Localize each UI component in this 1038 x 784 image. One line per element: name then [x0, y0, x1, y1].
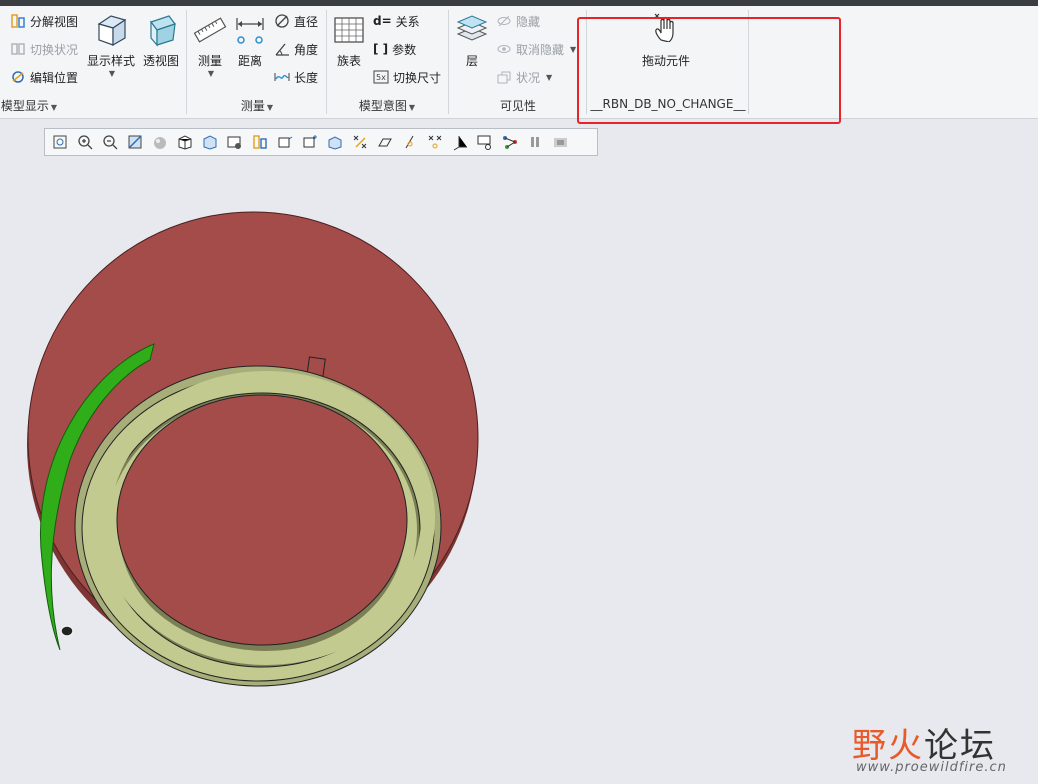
layers-label: 层 — [465, 54, 478, 68]
switch-dimensions-icon: 5x — [373, 69, 389, 85]
model-graphics-area[interactable] — [0, 160, 600, 784]
plane-display-icon[interactable] — [276, 133, 294, 151]
view-toolbar — [44, 128, 598, 156]
chevron-down-icon: ▼ — [408, 103, 416, 112]
status-icon — [496, 69, 512, 85]
parameters-button[interactable]: [ ] 参数 — [373, 39, 416, 59]
hide-button[interactable]: 隐藏 — [496, 11, 540, 31]
chevron-down-icon: ▼ — [546, 72, 553, 82]
display-style-icon[interactable] — [151, 133, 169, 151]
distance-label: 距离 — [237, 54, 262, 68]
display-style-label: 显示样式 — [86, 54, 135, 68]
exploded-view-label: 分解视图 — [30, 14, 79, 29]
view-manager-icon[interactable] — [226, 133, 244, 151]
relations-button[interactable]: d= 关系 — [373, 11, 420, 31]
measure-label: 测量 — [197, 54, 222, 68]
angle-label: 角度 — [294, 42, 319, 57]
spin-center-icon[interactable] — [401, 133, 419, 151]
hide-eye-icon — [496, 13, 512, 29]
chevron-down-icon: ▼ — [108, 69, 116, 78]
status-button[interactable]: 状况 ▼ — [496, 67, 552, 87]
switch-dimensions-label: 切换尺寸 — [393, 70, 442, 85]
family-table-button[interactable]: 族表 — [322, 12, 376, 69]
ribbon: 分解视图 切换状况 编辑位置 显示样式 ▼ 透视图 模型显示 ▼ 测量 ▼ 距离… — [0, 6, 1038, 119]
highlight-annotation-box — [577, 17, 841, 124]
chevron-down-icon: ▼ — [570, 44, 577, 54]
chevron-down-icon: ▼ — [266, 103, 274, 112]
unhide-label: 取消隐藏 — [516, 42, 565, 57]
toggle-status-label: 切换状况 — [30, 42, 79, 57]
toggle-status-icon — [10, 41, 26, 57]
annotation-display-icon[interactable] — [376, 133, 394, 151]
group-label-measure[interactable]: 测量 ▼ — [226, 97, 288, 114]
distance-button[interactable]: 距离 — [223, 12, 277, 69]
diameter-label: 直径 — [294, 14, 319, 29]
perspective-button[interactable]: 透视图 — [134, 12, 188, 69]
axis-display-icon[interactable] — [301, 133, 319, 151]
toggle-status-button[interactable]: 切换状况 — [10, 39, 78, 59]
angle-icon — [274, 41, 290, 57]
exploded-view-button[interactable]: 分解视图 — [10, 11, 78, 31]
parameters-icon: [ ] — [373, 42, 389, 56]
group-label-model-display[interactable]: 模型显示 ▼ — [0, 97, 58, 114]
named-views-icon[interactable] — [201, 133, 219, 151]
datum-display-icon[interactable] — [251, 133, 269, 151]
chevron-down-icon: ▼ — [207, 69, 215, 78]
diameter-icon — [274, 13, 290, 29]
refit-icon[interactable] — [51, 133, 69, 151]
pause-icon[interactable] — [526, 133, 544, 151]
layers-icon — [454, 12, 490, 48]
family-table-label: 族表 — [336, 54, 361, 68]
unhide-button[interactable]: 取消隐藏 ▼ — [496, 39, 576, 59]
edit-position-button[interactable]: 编辑位置 — [10, 67, 78, 87]
zoom-in-icon[interactable] — [76, 133, 94, 151]
chevron-down-icon: ▼ — [50, 103, 58, 112]
distance-icon — [232, 12, 268, 48]
diameter-button[interactable]: 直径 — [274, 11, 318, 31]
tools-icon[interactable] — [551, 133, 569, 151]
length-label: 长度 — [294, 70, 319, 85]
saved-orientations-icon[interactable] — [176, 133, 194, 151]
watermark-logo: 野火论坛 www.proewildfire.cn — [852, 700, 1032, 780]
edit-position-icon — [10, 69, 26, 85]
switch-dimensions-button[interactable]: 5x 切换尺寸 — [373, 67, 441, 87]
point-display-icon[interactable] — [351, 133, 369, 151]
group-label-model-intent[interactable]: 模型意图 ▼ — [356, 97, 418, 114]
layers-button[interactable]: 层 — [445, 12, 499, 69]
model-mounting-hole — [60, 625, 74, 637]
svg-text:5x: 5x — [376, 73, 386, 82]
length-button[interactable]: 长度 — [274, 67, 318, 87]
model-bearing-ring — [74, 365, 442, 687]
parameters-label: 参数 — [392, 42, 417, 57]
relations-icon: d= — [373, 14, 392, 28]
csys-axes-icon[interactable] — [451, 133, 469, 151]
group-label-visibility: 可见性 — [499, 99, 536, 113]
repaint-icon[interactable] — [126, 133, 144, 151]
zoom-out-icon[interactable] — [101, 133, 119, 151]
length-icon — [274, 69, 290, 85]
angle-button[interactable]: 角度 — [274, 39, 318, 59]
perspective-cube-icon — [143, 12, 179, 48]
watermark-url: www.proewildfire.cn — [856, 760, 1007, 775]
edit-position-label: 编辑位置 — [30, 70, 79, 85]
csys-display-icon[interactable] — [326, 133, 344, 151]
tag-display-icon[interactable] — [476, 133, 494, 151]
cube-icon — [93, 12, 129, 48]
status-label: 状况 — [516, 70, 541, 85]
connect-icon[interactable] — [426, 133, 444, 151]
display-style-button[interactable]: 显示样式 ▼ — [84, 12, 138, 78]
table-icon — [331, 12, 367, 48]
relations-label: 关系 — [395, 14, 420, 29]
eye-icon — [496, 41, 512, 57]
exploded-view-icon — [10, 13, 26, 29]
perspective-label: 透视图 — [142, 54, 179, 68]
network-icon[interactable] — [501, 133, 519, 151]
hide-label: 隐藏 — [516, 14, 541, 29]
